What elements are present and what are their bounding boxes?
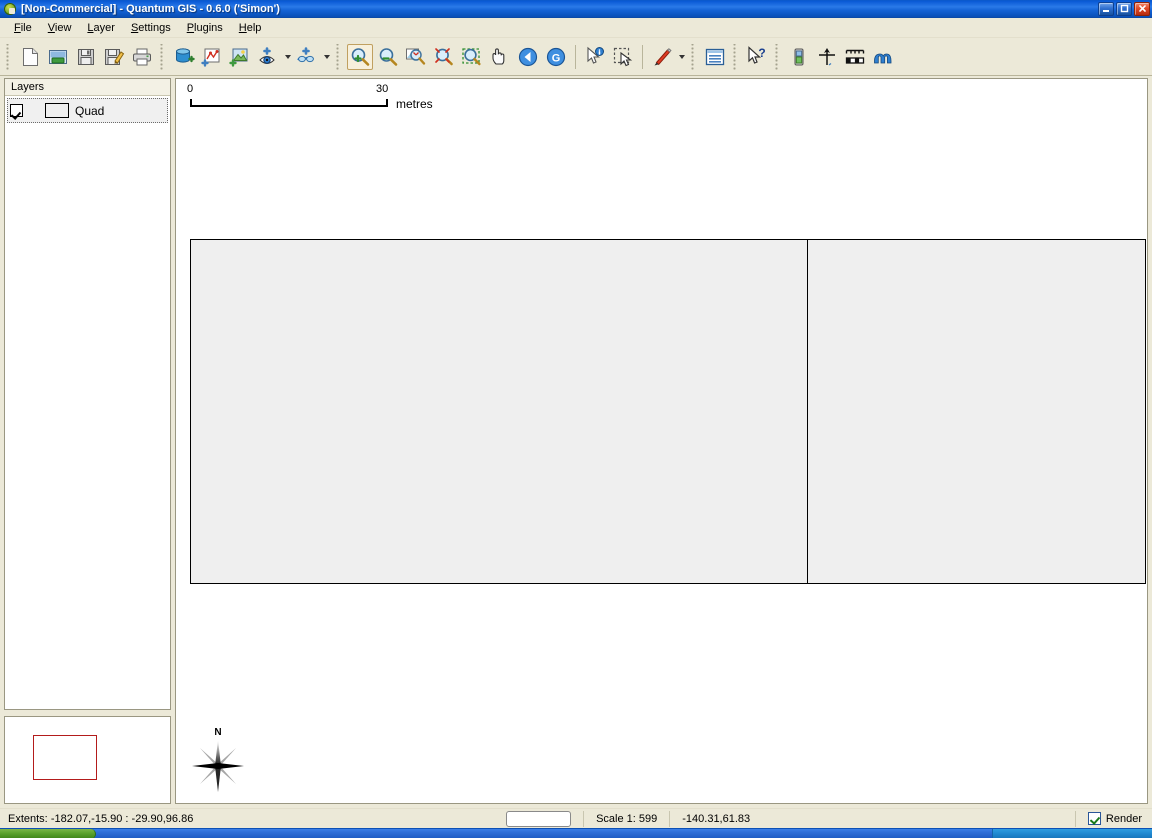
refresh-icon[interactable]: G bbox=[543, 44, 569, 70]
toolbar-grip-layers[interactable] bbox=[159, 44, 167, 70]
attribute-table-icon[interactable] bbox=[702, 44, 728, 70]
layer-visibility-checkbox[interactable] bbox=[10, 104, 23, 117]
minimize-button[interactable] bbox=[1098, 2, 1114, 16]
coordinate-status: -140.31,61.83 bbox=[682, 813, 750, 825]
open-project-icon[interactable] bbox=[45, 44, 71, 70]
menu-settings[interactable]: Settings bbox=[123, 20, 179, 36]
extents-value: -182.07,-15.90 : -29.90,96.86 bbox=[51, 813, 194, 825]
map-container: 0 30 metres N bbox=[175, 76, 1152, 808]
compass-rose-icon bbox=[190, 738, 246, 794]
menu-file[interactable]: File bbox=[6, 20, 40, 36]
title-bar: [Non-Commercial] - Quantum GIS - 0.6.0 (… bbox=[0, 0, 1152, 18]
start-button[interactable] bbox=[0, 829, 96, 838]
render-toggle[interactable]: Render bbox=[1088, 812, 1152, 825]
svg-text:?: ? bbox=[758, 46, 765, 60]
add-raster-layer-icon[interactable] bbox=[227, 44, 253, 70]
scale-bar-icon[interactable] bbox=[842, 44, 868, 70]
zoom-to-selection-icon[interactable] bbox=[459, 44, 485, 70]
layer-list: Quad bbox=[5, 96, 170, 709]
new-project-icon[interactable] bbox=[17, 44, 43, 70]
list-item[interactable]: Quad bbox=[7, 98, 168, 123]
qgis-window: [Non-Commercial] - Quantum GIS - 0.6.0 (… bbox=[0, 0, 1152, 838]
layer-symbol-swatch bbox=[45, 103, 69, 118]
menu-bar: File View Layer Settings Plugins Help bbox=[0, 18, 1152, 38]
toolbar-grip-file[interactable] bbox=[5, 44, 13, 70]
layers-panel: Layers Quad bbox=[4, 78, 171, 710]
zoom-out-icon[interactable] bbox=[375, 44, 401, 70]
left-dock: Layers Quad bbox=[0, 76, 175, 808]
zoom-to-layer-icon[interactable] bbox=[403, 44, 429, 70]
toolbar-grip-attributes[interactable] bbox=[690, 44, 698, 70]
toolbar-separator-2 bbox=[642, 45, 643, 69]
extents-label: Extents: bbox=[8, 813, 48, 825]
maximize-button[interactable] bbox=[1116, 2, 1132, 16]
render-progress-bar bbox=[506, 811, 571, 827]
save-project-icon[interactable] bbox=[73, 44, 99, 70]
whats-this-icon[interactable]: ? bbox=[744, 44, 770, 70]
copyright-label-icon[interactable] bbox=[870, 44, 896, 70]
save-project-as-icon[interactable] bbox=[101, 44, 127, 70]
add-vector-layer-icon[interactable] bbox=[199, 44, 225, 70]
north-arrow: N bbox=[190, 728, 246, 797]
window-title: [Non-Commercial] - Quantum GIS - 0.6.0 (… bbox=[21, 3, 1098, 15]
attribute-actions-chevron-down-icon[interactable] bbox=[282, 44, 293, 70]
menu-view[interactable]: View bbox=[40, 20, 80, 36]
zoom-in-icon[interactable] bbox=[347, 44, 373, 70]
toolbar-grip-help[interactable] bbox=[732, 44, 740, 70]
toolbar-grip-plugins[interactable] bbox=[774, 44, 782, 70]
print-icon[interactable] bbox=[129, 44, 155, 70]
menu-help[interactable]: Help bbox=[231, 20, 270, 36]
svg-text:G: G bbox=[552, 52, 561, 64]
attribute-actions-icon[interactable] bbox=[255, 44, 281, 70]
overview-panel[interactable] bbox=[4, 716, 171, 804]
bookmarks-icon[interactable] bbox=[294, 44, 320, 70]
extents-status: Extents: -182.07,-15.90 : -29.90,96.86 bbox=[0, 813, 193, 825]
close-button[interactable] bbox=[1134, 2, 1150, 16]
add-database-layer-icon[interactable] bbox=[171, 44, 197, 70]
window-controls bbox=[1098, 2, 1150, 16]
toolbar-separator-1 bbox=[575, 45, 576, 69]
layer-name-label: Quad bbox=[75, 104, 104, 118]
status-bar: Extents: -182.07,-15.90 : -29.90,96.86 S… bbox=[0, 808, 1152, 828]
north-arrow-label: N bbox=[190, 728, 246, 738]
select-features-icon[interactable] bbox=[610, 44, 636, 70]
overview-extent-rect bbox=[33, 735, 97, 780]
menu-layer[interactable]: Layer bbox=[79, 20, 123, 36]
zoom-full-extent-icon[interactable] bbox=[431, 44, 457, 70]
edit-measure-chevron-down-icon[interactable] bbox=[676, 44, 687, 70]
quadtree-polygon-layer bbox=[176, 79, 1148, 663]
main-area: Layers Quad 0 30 bbox=[0, 76, 1152, 808]
render-label: Render bbox=[1106, 813, 1142, 825]
bookmarks-chevron-down-icon[interactable] bbox=[321, 44, 332, 70]
pan-map-icon[interactable] bbox=[487, 44, 513, 70]
zoom-last-icon[interactable] bbox=[515, 44, 541, 70]
map-canvas[interactable]: 0 30 metres N bbox=[175, 78, 1148, 804]
north-arrow-icon[interactable] bbox=[814, 44, 840, 70]
toolbar-grip-zoom[interactable] bbox=[335, 44, 343, 70]
scale-status[interactable]: Scale 1: 599 bbox=[596, 813, 657, 825]
os-taskbar bbox=[0, 828, 1152, 838]
render-checkbox[interactable] bbox=[1088, 812, 1101, 825]
qgis-globe-icon bbox=[3, 2, 17, 16]
main-toolbar: G bbox=[0, 38, 1152, 76]
system-tray[interactable] bbox=[992, 829, 1152, 838]
identify-features-icon[interactable] bbox=[582, 44, 608, 70]
edit-measure-icon[interactable] bbox=[649, 44, 675, 70]
menu-plugins[interactable]: Plugins bbox=[179, 20, 231, 36]
layers-panel-title: Layers bbox=[5, 79, 170, 96]
gps-tools-icon[interactable] bbox=[786, 44, 812, 70]
